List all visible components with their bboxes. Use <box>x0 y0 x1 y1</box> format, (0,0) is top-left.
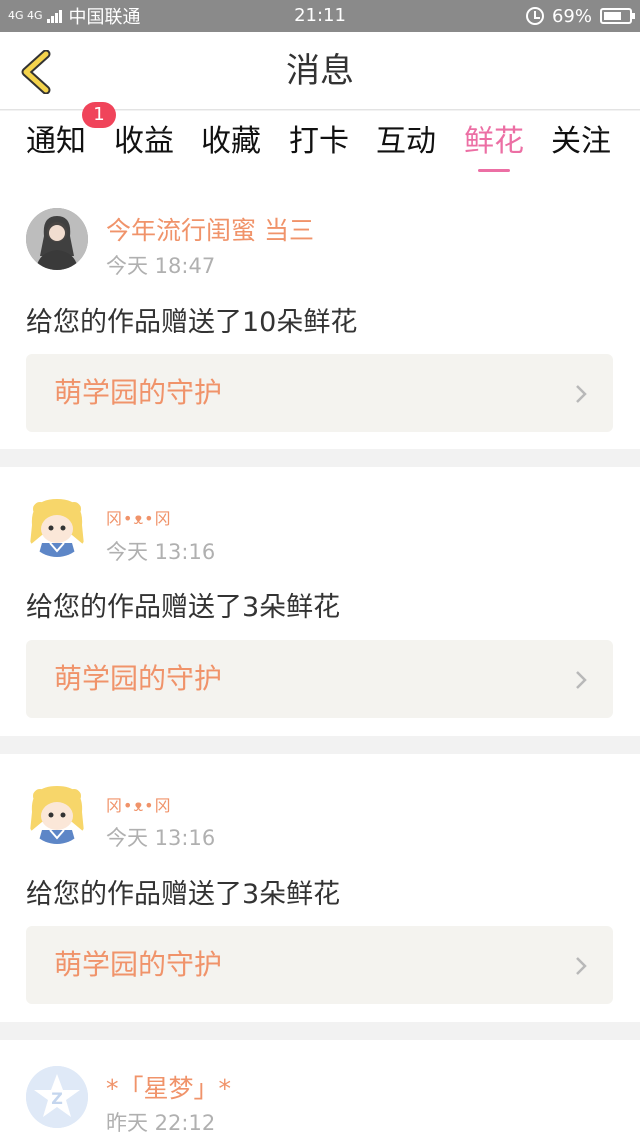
avatar[interactable]: Z <box>26 1066 88 1128</box>
notification-badge: 1 <box>82 102 116 128</box>
navigation-bar: 消息 <box>0 32 640 110</box>
work-link[interactable]: 萌学园的守护 <box>26 640 613 718</box>
message-text: 给您的作品赠送了10朵鲜花 <box>26 307 358 338</box>
page-title: 消息 <box>286 51 354 91</box>
tab-follows[interactable]: 关注 <box>551 111 611 178</box>
message-text: 给您的作品赠送了3朵鲜花 <box>26 879 341 910</box>
message-time: 昨天 22:12 <box>106 1111 216 1135</box>
svg-text:Z: Z <box>51 1089 63 1108</box>
tab-favorites[interactable]: 收藏 <box>201 111 261 178</box>
work-link[interactable]: 萌学园的守护 <box>26 354 613 432</box>
chevron-right-icon <box>576 385 587 403</box>
message-card: Z *「星梦」* 昨天 22:12 <box>0 1040 640 1138</box>
work-link[interactable]: 萌学园的守护 <box>26 926 613 1004</box>
message-time: 今天 18:47 <box>106 254 216 278</box>
sender-name[interactable]: 冈•ᴥ•冈 <box>106 792 172 816</box>
work-title: 萌学园的守护 <box>54 948 223 981</box>
chevron-right-icon <box>576 957 587 975</box>
status-bar: 4G 4G 中国联通 21:11 69% <box>0 0 640 32</box>
tab-earnings[interactable]: 收益 <box>114 111 174 178</box>
message-time: 今天 13:16 <box>106 826 216 850</box>
message-card: 今年流行闺蜜 当三 今天 18:47 给您的作品赠送了10朵鲜花 萌学园的守护 <box>0 178 640 449</box>
battery-percent: 69% <box>551 5 592 27</box>
tab-interactions[interactable]: 互动 <box>376 111 436 178</box>
tab-flowers[interactable]: 鲜花 <box>464 111 524 178</box>
message-text: 给您的作品赠送了3朵鲜花 <box>26 592 341 623</box>
sender-name[interactable]: 今年流行闺蜜 当三 <box>106 211 314 247</box>
tab-notifications[interactable]: 通知 <box>26 111 86 178</box>
work-title: 萌学园的守护 <box>54 662 223 695</box>
message-card: 冈•ᴥ•冈 今天 13:16 给您的作品赠送了3朵鲜花 萌学园的守护 <box>0 754 640 1022</box>
message-time: 今天 13:16 <box>106 540 216 564</box>
alarm-icon <box>525 7 544 25</box>
chevron-right-icon <box>576 671 587 689</box>
sender-name[interactable]: 冈•ᴥ•冈 <box>106 505 172 529</box>
tab-checkin[interactable]: 打卡 <box>289 111 349 178</box>
battery-icon <box>600 8 635 24</box>
sender-name[interactable]: *「星梦」* <box>106 1069 231 1105</box>
work-title: 萌学园的守护 <box>54 376 223 409</box>
avatar[interactable] <box>26 208 88 270</box>
message-card: 冈•ᴥ•冈 今天 13:16 给您的作品赠送了3朵鲜花 萌学园的守护 <box>0 467 640 736</box>
avatar[interactable] <box>26 495 88 557</box>
avatar[interactable] <box>26 782 88 844</box>
